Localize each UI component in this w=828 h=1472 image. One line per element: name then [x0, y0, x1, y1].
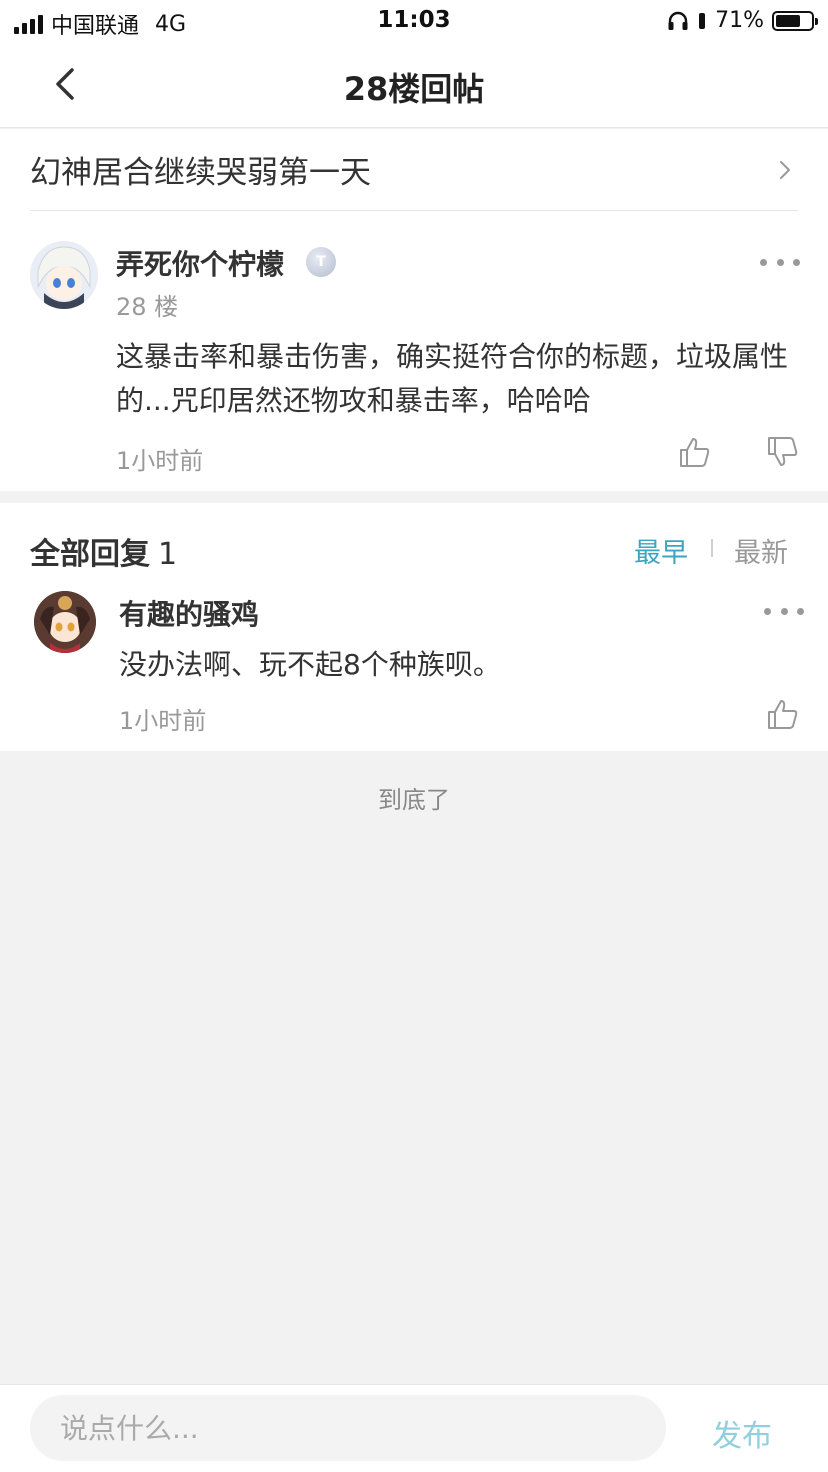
headphones-icon: [668, 11, 688, 30]
dot: [764, 607, 771, 615]
chevron-right-icon: [780, 161, 790, 179]
post-content: 这暴击率和暴击伤害，确实挺符合你的标题，垃圾属性的...咒印居然还物攻和暴击率，…: [116, 340, 789, 417]
post-author-avatar[interactable]: [30, 241, 98, 309]
status-bar: 中国联通 4G 11:03 71%: [0, 0, 828, 42]
thread-link[interactable]: 幻神居合继续哭弱第一天: [30, 129, 798, 211]
dot: [780, 607, 788, 615]
status-right: 71%: [667, 8, 818, 33]
publish-button[interactable]: 发布: [712, 1411, 772, 1455]
battery-level-fill: [776, 14, 801, 27]
sort-latest-tab[interactable]: 最新: [734, 531, 788, 570]
end-of-list-note: 到底了: [378, 786, 450, 814]
level-badge-icon: T: [306, 247, 336, 277]
nav-bar: 28楼回帖: [0, 42, 828, 128]
floor-number: 28 楼: [116, 293, 179, 321]
like-button[interactable]: [678, 435, 712, 469]
rotation-lock-icon: [699, 12, 706, 29]
sort-earliest-tab[interactable]: 最早: [634, 531, 688, 570]
reply-content: 没办法啊、玩不起8个种族呗。: [119, 648, 501, 681]
comment-composer: 发布: [0, 1384, 828, 1472]
reply-author-avatar[interactable]: [34, 591, 96, 653]
replies-header-label: 全部回复: [30, 537, 150, 572]
post-card: 幻神居合继续哭弱第一天 弄死你个柠檬 T 28 楼 这暴击率和暴击伤害，确实挺符…: [0, 129, 828, 491]
reply-detail-page: 中国联通 4G 11:03 71% 28楼回帖 幻神居合继续哭弱第一天 弄死你个…: [0, 0, 828, 1472]
thumbs-up-icon: [768, 700, 798, 729]
thumbs-up-icon: [680, 438, 710, 467]
page-title: 28楼回帖: [343, 70, 485, 108]
dot: [793, 258, 800, 266]
reply-timestamp: 1小时前: [119, 707, 207, 735]
replies-count: 1: [158, 537, 178, 572]
reply-author-name[interactable]: 有趣的骚鸡: [119, 593, 259, 633]
replies-header: 全部回复 1: [30, 529, 177, 573]
reply-more-button[interactable]: [764, 601, 804, 621]
replies-section: 全部回复 1 最早 最新 有趣的骚鸡 没办法啊、玩不起8个种族呗。 1小时前: [0, 503, 828, 751]
battery-icon: [772, 10, 818, 31]
sort-divider: [711, 539, 713, 557]
post-more-button[interactable]: [760, 252, 800, 272]
reply-like-button[interactable]: [766, 697, 800, 731]
dot: [760, 258, 767, 266]
comment-input[interactable]: [30, 1395, 666, 1461]
post-author-name[interactable]: 弄死你个柠檬: [116, 243, 284, 283]
dislike-button[interactable]: [766, 435, 800, 469]
post-timestamp: 1小时前: [116, 447, 204, 475]
thread-title: 幻神居合继续哭弱第一天: [30, 155, 371, 191]
thumbs-down-icon: [768, 437, 798, 466]
dot: [776, 258, 784, 266]
dot: [797, 607, 804, 615]
battery-percent: 71%: [715, 8, 764, 33]
